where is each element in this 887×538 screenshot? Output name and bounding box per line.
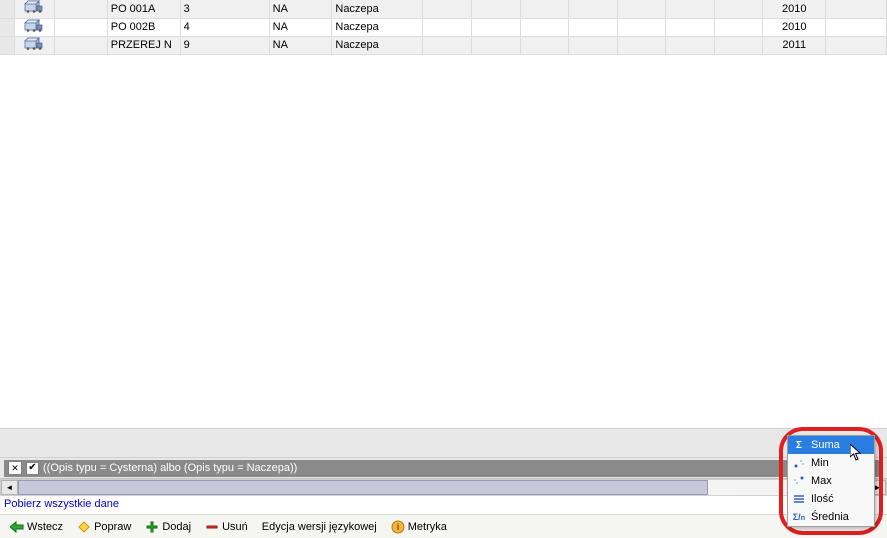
back-label: Wstecz [27,521,63,533]
add-label: Dodaj [162,521,191,533]
menu-label-count: Ilość [811,493,834,505]
minus-icon [205,520,219,534]
highlight-circle: Σ Suma Min Max Ilość [779,427,883,535]
cell-empty [714,0,763,18]
cell-type: Naczepa [332,0,423,18]
filter-checkbox[interactable]: ✔ [26,462,39,475]
menu-label-avg: Średnia [811,511,849,523]
menu-label-max: Max [811,475,832,487]
menu-label-min: Min [811,457,829,469]
cell-type: Naczepa [332,18,423,36]
cell-empty [423,36,472,54]
menu-item-sum[interactable]: Σ Suma [788,436,874,454]
avg-icon: Σ/n [792,510,806,524]
truck-icon [14,36,54,54]
filter-close-button[interactable]: ✕ [8,461,22,475]
aggregate-context-menu[interactable]: Σ Suma Min Max Ilość [787,435,875,527]
cell-empty [472,0,521,18]
cell-empty [714,18,763,36]
language-label: Edycja wersji językowej [262,521,377,533]
truck-icon [14,0,54,18]
cell-empty [714,36,763,54]
row-selector[interactable] [0,0,14,18]
cell-year: 2010 [763,0,826,18]
max-icon [792,474,806,488]
add-button[interactable]: Dodaj [139,518,197,536]
scroll-thumb[interactable] [18,480,708,495]
row-selector[interactable] [0,36,14,54]
delete-button[interactable]: Usuń [199,518,254,536]
menu-label-sum: Suma [811,439,840,451]
cell-type: Naczepa [332,36,423,54]
back-button[interactable]: Wstecz [4,518,69,536]
cell-empty [666,18,715,36]
truck-icon [14,18,54,36]
delete-label: Usuń [222,521,248,533]
cell-empty [520,18,569,36]
cell-number: 9 [180,36,269,54]
cell-year: 2011 [763,36,826,54]
svg-text:i: i [396,522,399,532]
link-row: Pobierz wszystkie dane [0,496,887,514]
data-grid[interactable]: PO 001A 3 NA Naczepa 2010 PO 002B 4 NA N… [0,0,887,55]
plus-icon [145,520,159,534]
edit-button[interactable]: Popraw [71,518,137,536]
table-row[interactable]: PRZEREJ N 9 NA Naczepa 2011 [0,36,887,54]
menu-item-max[interactable]: Max [788,472,874,490]
metric-label: Metryka [408,521,447,533]
cell-empty [55,0,108,18]
cell-empty [472,18,521,36]
filter-bar: ✕ ✔ ((Opis typu = Cysterna) albo (Opis t… [0,458,887,479]
cell-empty [520,0,569,18]
info-icon: i [391,520,405,534]
cell-empty [826,0,887,18]
cell-code: NA [269,18,332,36]
cell-empty [666,0,715,18]
count-icon [792,492,806,506]
sigma-icon: Σ [792,438,806,452]
min-icon [792,456,806,470]
cell-code: NA [269,36,332,54]
cell-number: 3 [180,0,269,18]
cell-empty [826,18,887,36]
cell-registration: PO 001A [107,0,180,18]
cell-year: 2010 [763,18,826,36]
cell-empty [423,18,472,36]
metric-button[interactable]: i Metryka [385,518,453,536]
menu-item-avg[interactable]: Σ/n Średnia [788,508,874,526]
cell-empty [423,0,472,18]
cell-empty [666,36,715,54]
fetch-all-link[interactable]: Pobierz wszystkie dane [4,498,119,510]
cell-number: 4 [180,18,269,36]
cell-empty [826,36,887,54]
table-row[interactable]: PO 001A 3 NA Naczepa 2010 [0,0,887,18]
table-row[interactable]: PO 002B 4 NA Naczepa 2010 [0,18,887,36]
cell-empty [569,36,618,54]
cell-empty [569,0,618,18]
cell-code: NA [269,0,332,18]
cell-empty [569,18,618,36]
horizontal-scrollbar[interactable]: ◄ ► [0,479,887,496]
cell-empty [617,18,666,36]
edit-label: Popraw [94,521,131,533]
filter-expression: ((Opis typu = Cysterna) albo (Opis typu … [43,462,297,474]
cell-registration: PO 002B [107,18,180,36]
diamond-icon [77,520,91,534]
cell-empty [55,18,108,36]
row-selector[interactable] [0,18,14,36]
language-edit-button[interactable]: Edycja wersji językowej [256,519,383,535]
cell-empty [520,36,569,54]
scroll-left-button[interactable]: ◄ [1,480,18,495]
cell-registration: PRZEREJ N [107,36,180,54]
cell-empty [55,36,108,54]
cell-empty [472,36,521,54]
back-arrow-icon [10,520,24,534]
toolbar: Wstecz Popraw Dodaj Usuń Edycja wersji j… [0,514,887,538]
cell-empty [617,0,666,18]
summary-band [0,428,887,458]
cell-empty [617,36,666,54]
menu-item-min[interactable]: Min [788,454,874,472]
menu-item-count[interactable]: Ilość [788,490,874,508]
